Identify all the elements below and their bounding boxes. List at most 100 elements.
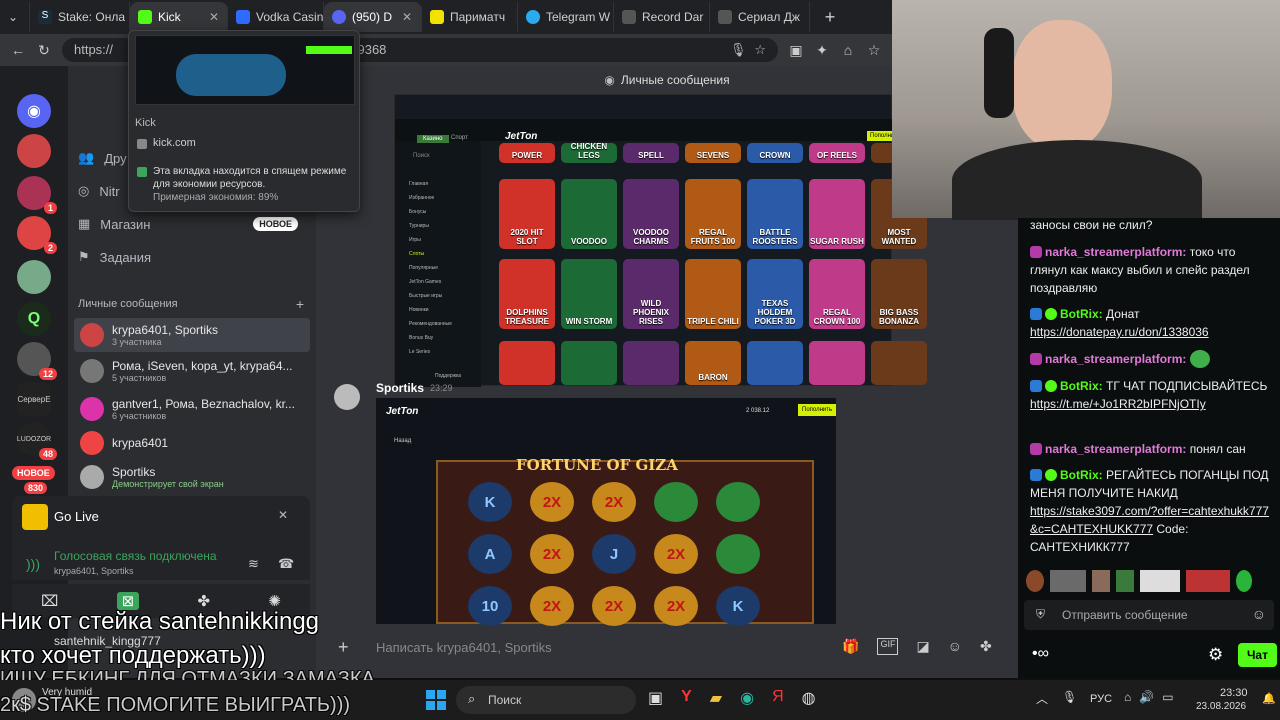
chat-link[interactable]: https://stake3097.com/?offer=cahtexhukk7… — [1030, 504, 1269, 536]
taskbar-search[interactable]: ⌕ Поиск — [456, 686, 636, 714]
battery-icon[interactable]: ▭ — [1162, 690, 1173, 704]
tab-stake[interactable]: SStake: Онла✕ — [30, 2, 130, 32]
game-tile[interactable] — [809, 341, 865, 385]
game-tile[interactable]: SUGAR RUSH — [809, 179, 865, 249]
emote-icon[interactable] — [1116, 570, 1134, 592]
game-tile[interactable] — [623, 341, 679, 385]
collections-icon[interactable]: ⌂ — [840, 42, 856, 58]
server-avatar[interactable]: СерверЕ — [17, 382, 51, 416]
nav-shop[interactable]: ▦ Магазин НОВОЕ — [78, 216, 298, 232]
discord-home-icon[interactable]: ◉ — [17, 94, 51, 128]
server-avatar[interactable]: LUDOZOR 48 — [17, 422, 57, 460]
server-avatar[interactable]: Q — [17, 302, 51, 336]
start-icon[interactable] — [426, 690, 446, 710]
emoji-icon[interactable]: ☺ — [1252, 606, 1266, 622]
notifications-icon[interactable]: 🔔 — [1262, 692, 1276, 705]
chat-link[interactable]: https://donatepay.ru/don/1338036 — [1030, 325, 1209, 339]
emote-icon[interactable] — [1186, 570, 1230, 592]
server-avatar[interactable]: 2 — [17, 216, 57, 254]
tab-record[interactable]: Record Dar✕ — [614, 2, 710, 32]
dm-item[interactable]: Рома, iSeven, kopa_yt, krypa64... 5 участ… — [74, 354, 310, 388]
chat-link[interactable]: https://t.me/+Jo1RR2bIPFNjOTIy — [1030, 397, 1206, 411]
tab-discord[interactable]: (950) D ✕ — [324, 2, 422, 32]
screen-share-game[interactable]: JetTon 2 038.12 Пополнить Назад FORTUNE … — [376, 398, 837, 626]
emote-icon[interactable] — [1050, 570, 1086, 592]
emote-icon[interactable] — [1236, 570, 1252, 592]
task-view-icon[interactable]: ▣ — [648, 688, 663, 708]
reload-icon[interactable]: ↻ — [36, 42, 52, 59]
settings-icon[interactable]: ⚙ — [1208, 645, 1223, 665]
dm-item[interactable]: krypa6401, Sportiks 3 участника — [74, 318, 310, 352]
tab-telegram[interactable]: Telegram W✕ — [518, 2, 614, 32]
chat-send-button[interactable]: Чат — [1238, 643, 1277, 667]
mic-icon[interactable]: 🎙 — [730, 42, 747, 58]
game-tile[interactable]: BIG BASS BONANZA — [871, 259, 927, 329]
game-tile[interactable]: CHICKEN LEGS — [561, 142, 617, 163]
dm-item[interactable]: gantver1, Рома, Beznachalov, kr... 6 учас… — [74, 392, 310, 426]
volume-icon[interactable]: 🔊 — [1139, 690, 1154, 704]
game-tile[interactable]: CROWN — [747, 143, 803, 163]
favorites-icon[interactable]: ☆ — [866, 42, 882, 59]
extensions-icon[interactable]: ✦ — [814, 42, 830, 59]
folder-icon[interactable]: ▰ — [710, 688, 722, 708]
server-avatar[interactable] — [17, 260, 51, 294]
game-tile[interactable]: BARON — [685, 341, 741, 385]
game-tile[interactable] — [871, 341, 927, 385]
chat-input[interactable]: ⛨ Отправить сообщение ☺ — [1024, 600, 1274, 630]
game-tile[interactable] — [747, 341, 803, 385]
dm-item[interactable]: krypa6401 — [74, 426, 310, 460]
nav-nitro[interactable]: ◎ Nitr — [78, 183, 120, 199]
game-tile[interactable]: BATTLE ROOSTERS — [747, 179, 803, 249]
disconnect-icon[interactable]: ☎ — [278, 556, 294, 572]
nav-friends[interactable]: 👥 Дру — [78, 150, 127, 166]
game-tile[interactable]: TEXAS HOLDEM POKER 3D — [747, 259, 803, 329]
tab-vodka[interactable]: Vodka Casin✕ — [228, 2, 324, 32]
server-avatar[interactable]: 1 — [17, 176, 57, 214]
edge-icon[interactable]: ◉ — [740, 688, 754, 708]
game-tile[interactable]: 2020 HIT SLOT — [499, 179, 555, 249]
back-icon[interactable]: ← — [10, 42, 26, 58]
message-input[interactable]: Написать krypa6401, Sportiks — [376, 640, 552, 655]
game-tile[interactable]: WIN STORM — [561, 259, 617, 329]
clock-time[interactable]: 23:30 — [1220, 687, 1248, 699]
dm-item[interactable]: Sportiks Демонстрирует свой экран — [74, 460, 310, 494]
gif-icon[interactable]: GIF — [877, 638, 899, 655]
game-tile[interactable]: SEVENS — [685, 143, 741, 163]
network-icon[interactable]: ⌂ — [1124, 690, 1131, 704]
gift-icon[interactable]: 🎁 — [842, 638, 859, 655]
game-tile[interactable]: VOODOO — [561, 179, 617, 249]
yandex-browser-icon[interactable]: Я — [772, 688, 784, 708]
game-tile[interactable]: DOLPHINS TREASURE — [499, 259, 555, 329]
game-tile[interactable]: REGAL FRUITS 100 — [685, 179, 741, 249]
mic-icon[interactable]: 🎙 — [1062, 690, 1077, 704]
clock-date[interactable]: 23.08.2026 — [1196, 701, 1246, 712]
new-tab-button[interactable]: + — [810, 2, 850, 32]
emote-icon[interactable] — [1140, 570, 1180, 592]
game-tile[interactable]: SPELL — [623, 143, 679, 163]
close-icon[interactable]: ✕ — [278, 508, 288, 522]
game-tile[interactable] — [499, 341, 555, 385]
tab-serial[interactable]: Сериал Дж✕ — [710, 2, 810, 32]
server-avatar[interactable] — [17, 134, 51, 168]
game-tile[interactable]: VOODOO CHARMS — [623, 179, 679, 249]
game-tile[interactable] — [561, 341, 617, 385]
emoji-icon[interactable]: ☺ — [948, 638, 962, 655]
screen-share-lobby[interactable]: JetTon Пополнить Казино Спорт Поиск Глав… — [394, 94, 927, 387]
apps-icon[interactable]: ✤ — [980, 638, 992, 655]
add-attachment-icon[interactable]: + — [338, 637, 349, 658]
tab-parimatch[interactable]: Париматч✕ — [422, 2, 518, 32]
game-tile[interactable]: POWER — [499, 143, 555, 163]
obs-icon[interactable]: ◍ — [802, 688, 816, 708]
tab-kick[interactable]: Kick ✕ — [130, 2, 228, 32]
game-tile[interactable]: REGAL CROWN 100 — [809, 259, 865, 329]
sticker-icon[interactable]: ◪ — [916, 638, 929, 655]
game-tile[interactable]: OF REELS — [809, 143, 865, 163]
close-icon[interactable]: ✕ — [402, 10, 412, 24]
emote-icon[interactable] — [1092, 570, 1110, 592]
emote-icon[interactable] — [1026, 570, 1044, 592]
close-icon[interactable]: ✕ — [209, 10, 219, 24]
tray-chevron-icon[interactable]: ︿ — [1036, 690, 1048, 707]
screenshot-icon[interactable]: ▣ — [788, 42, 804, 59]
server-avatar[interactable]: 12 — [17, 342, 57, 380]
add-dm-icon[interactable]: + — [296, 296, 304, 312]
